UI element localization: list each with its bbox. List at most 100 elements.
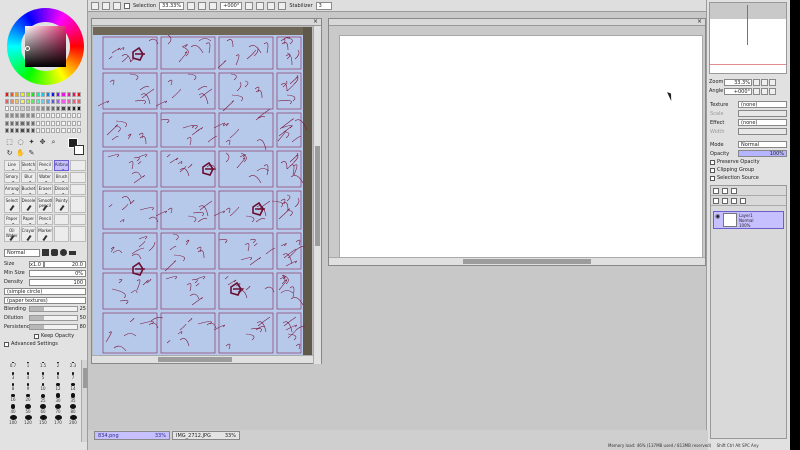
transform-button[interactable]	[113, 1, 121, 10]
color-swatch[interactable]	[25, 127, 30, 133]
color-swatch[interactable]	[30, 127, 35, 133]
color-swatch[interactable]	[56, 92, 61, 97]
color-swatch[interactable]	[35, 127, 40, 133]
reference-vscroll-thumb[interactable]	[315, 146, 320, 246]
density-value[interactable]: 100	[29, 278, 86, 286]
brush-tool-cell[interactable]: Bucket	[20, 184, 37, 196]
blank-horizontal-scrollbar[interactable]	[329, 257, 705, 265]
brush-tool-cell[interactable]: Oil Water	[4, 225, 20, 242]
clipping-group-checkbox[interactable]	[710, 167, 715, 173]
brush-size-preset[interactable]: 14	[66, 382, 80, 392]
color-swatch[interactable]	[25, 99, 30, 105]
color-swatch[interactable]	[51, 99, 56, 105]
brush-tool-cell[interactable]: Dissolve	[53, 184, 70, 196]
color-swatch[interactable]	[76, 113, 81, 119]
color-swatch[interactable]	[71, 99, 76, 105]
saturation-value-square[interactable]	[25, 26, 66, 67]
new-linework-layer-icon[interactable]	[722, 188, 728, 194]
color-swatch[interactable]	[46, 99, 51, 105]
color-swatch[interactable]	[61, 92, 66, 97]
color-swatch[interactable]	[76, 92, 81, 97]
layer-mode-select[interactable]: Normal	[738, 141, 787, 148]
color-swatch[interactable]	[71, 113, 76, 119]
brush-tool-cell[interactable]: Pencil	[37, 160, 53, 172]
color-swatch[interactable]	[40, 106, 46, 112]
selection-source-checkbox[interactable]	[710, 175, 715, 181]
brush-size-preset[interactable]: 170	[51, 415, 65, 425]
nav-zoom-field[interactable]: 33.3%	[724, 78, 752, 86]
color-swatch[interactable]	[30, 99, 35, 105]
delete-layer-icon[interactable]	[740, 198, 746, 204]
color-swatch[interactable]	[46, 106, 51, 112]
brush-size-preset[interactable]: 50	[21, 404, 35, 414]
brush-tool-cell[interactable]: Select	[4, 196, 20, 213]
color-swatch[interactable]	[15, 127, 20, 133]
brush-size-preset[interactable]: 12	[51, 382, 65, 392]
close-icon[interactable]: ×	[696, 19, 703, 25]
deselect-button[interactable]	[91, 1, 99, 10]
brush-size-preset[interactable]: 2.3	[66, 360, 80, 370]
brush-size-preset[interactable]: 2	[51, 360, 65, 370]
brush-tool-cell[interactable]: Sketch	[20, 160, 37, 172]
rotate-left-button[interactable]	[245, 1, 254, 10]
navigator-preview[interactable]	[709, 2, 787, 74]
color-swatch[interactable]	[76, 106, 81, 112]
color-swatch[interactable]	[15, 120, 20, 126]
color-swatch[interactable]	[5, 127, 10, 133]
size-multiplier[interactable]: x1.0	[29, 260, 44, 268]
color-swatch[interactable]	[35, 113, 40, 119]
clipping-group-option[interactable]: Clipping Group	[710, 166, 787, 174]
color-swatch[interactable]	[76, 127, 81, 133]
brush-tool-cell[interactable]: Pencil	[37, 213, 53, 225]
brush-tool-cell[interactable]	[53, 213, 70, 225]
zoom-field[interactable]: 33.33%	[159, 1, 185, 10]
color-swatch[interactable]	[71, 92, 76, 97]
eyedropper-icon[interactable]: ✎	[27, 149, 36, 157]
nav-zoom-in-button[interactable]	[761, 78, 768, 86]
brush-texture-select[interactable]: (paper textures)	[4, 296, 86, 304]
color-swatch[interactable]	[5, 120, 10, 126]
brush-shape-select[interactable]: (simple circle)	[4, 287, 86, 295]
brush-size-preset[interactable]: 70	[51, 404, 65, 414]
brush-tool-cell[interactable]: Crayon	[20, 225, 37, 242]
color-swatch[interactable]	[56, 106, 61, 112]
color-swatch[interactable]	[10, 120, 15, 126]
brush-shape-soft[interactable]	[60, 249, 67, 256]
brush-tool-cell[interactable]	[70, 213, 86, 225]
brush-tool-cell[interactable]: Airbrush	[53, 160, 70, 172]
nav-rotate-right-button[interactable]	[761, 87, 768, 95]
nav-zoom-reset-button[interactable]	[769, 78, 776, 86]
brush-tool-cell[interactable]	[70, 160, 86, 172]
brush-tool-cell[interactable]: Deselect	[20, 196, 37, 213]
min-size-value[interactable]: 0%	[29, 269, 86, 277]
zoom-out-button[interactable]	[187, 1, 196, 10]
color-swatch[interactable]	[5, 92, 10, 97]
color-swatch[interactable]	[10, 113, 15, 119]
brush-shape-square[interactable]	[42, 249, 49, 256]
color-swatch[interactable]	[66, 127, 71, 133]
brush-size-preset[interactable]: 100	[6, 415, 20, 425]
color-swatch[interactable]	[25, 92, 30, 97]
brush-size-preset[interactable]: 16	[6, 393, 20, 403]
effect-select[interactable]: (none)	[738, 119, 787, 126]
brush-size-preset[interactable]: 60	[36, 404, 50, 414]
color-swatch[interactable]	[20, 92, 25, 97]
color-swatch[interactable]	[30, 113, 35, 119]
brush-size-preset[interactable]: 4	[21, 371, 35, 381]
reference-vertical-scrollbar[interactable]	[313, 26, 321, 364]
color-swatch[interactable]	[30, 120, 35, 126]
transfer-down-icon[interactable]	[713, 198, 719, 204]
color-swatch[interactable]	[66, 99, 71, 105]
brush-shape-round[interactable]	[51, 249, 58, 256]
nav-zoom-out-button[interactable]	[753, 78, 760, 86]
new-folder-icon[interactable]	[731, 188, 737, 194]
flip-button[interactable]	[278, 1, 287, 10]
color-swatch[interactable]	[25, 120, 30, 126]
color-swatch[interactable]	[35, 120, 40, 126]
color-swatch[interactable]	[40, 120, 46, 126]
brush-size-preset[interactable]: 8	[6, 382, 20, 392]
color-swatch[interactable]	[76, 120, 81, 126]
reference-horizontal-scrollbar[interactable]	[92, 355, 313, 363]
brush-size-preset[interactable]: 40	[6, 404, 20, 414]
zoom-reset-button[interactable]	[209, 1, 218, 10]
